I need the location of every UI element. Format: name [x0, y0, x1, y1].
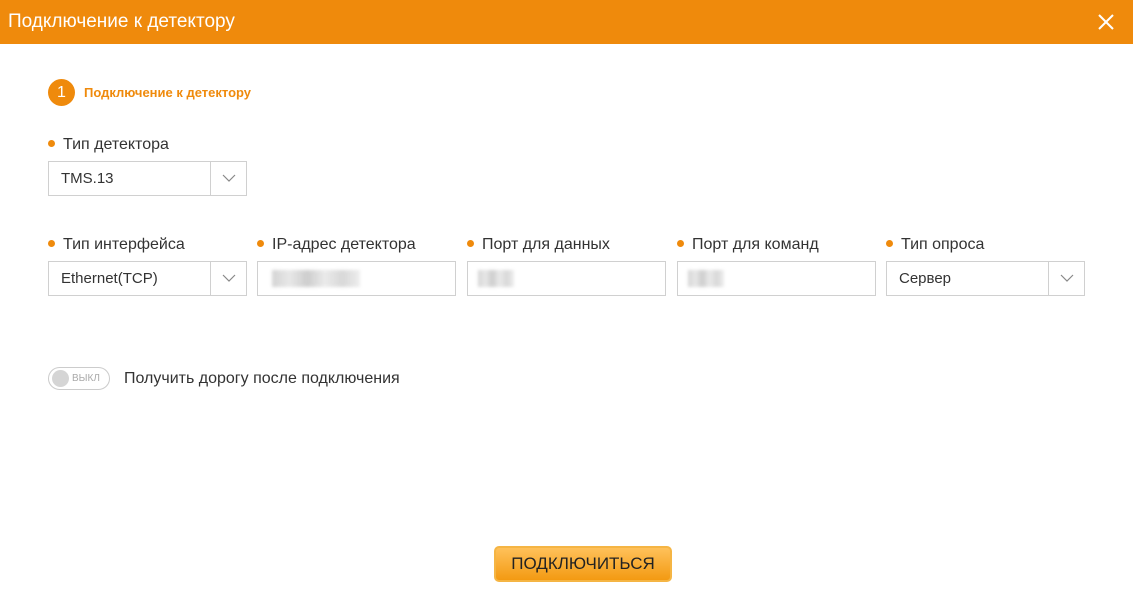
interface-type-field: Тип интерфейса Ethernet(TCP) — [48, 235, 247, 296]
step-indicator: 1 Подключение к детектору — [48, 78, 251, 106]
redacted-value — [478, 270, 514, 287]
poll-type-select[interactable]: Сервер — [886, 261, 1085, 296]
chevron-down-icon[interactable] — [210, 162, 246, 195]
required-dot-icon — [677, 240, 684, 248]
detector-type-field: Тип детектора TMS.13 — [48, 135, 247, 196]
connect-button[interactable]: ПОДКЛЮЧИТЬСЯ — [494, 546, 672, 582]
ip-address-input[interactable] — [257, 261, 456, 296]
interface-type-value: Ethernet(TCP) — [61, 270, 158, 287]
poll-type-label: Тип опроса — [901, 236, 985, 253]
required-dot-icon — [48, 240, 55, 248]
required-dot-icon — [886, 240, 893, 248]
ip-address-field: IP-адрес детектора — [257, 235, 456, 296]
required-dot-icon — [257, 240, 264, 248]
data-port-label: Порт для данных — [482, 236, 610, 253]
redacted-value — [688, 270, 724, 287]
get-road-toggle[interactable]: ВЫКЛ — [48, 367, 110, 390]
redacted-value — [272, 270, 360, 287]
step-label: Подключение к детектору — [84, 84, 252, 100]
detector-type-value: TMS.13 — [61, 170, 114, 187]
required-dot-icon — [48, 140, 55, 148]
toggle-state-label: ВЫКЛ — [72, 373, 100, 384]
get-road-label: Получить дорогу после подключения — [124, 369, 400, 387]
title-bar: Подключение к детектору — [0, 0, 1133, 44]
poll-type-value: Сервер — [899, 270, 952, 287]
data-port-input[interactable] — [467, 261, 666, 296]
command-port-label: Порт для команд — [692, 236, 819, 253]
chevron-down-icon[interactable] — [1048, 262, 1084, 295]
command-port-field: Порт для команд — [677, 235, 876, 296]
window-title: Подключение к детектору — [8, 11, 235, 32]
step-number: 1 — [48, 78, 75, 106]
data-port-field: Порт для данных — [467, 235, 666, 296]
interface-type-select[interactable]: Ethernet(TCP) — [48, 261, 247, 296]
toggle-knob — [52, 370, 69, 387]
required-dot-icon — [467, 240, 474, 248]
get-road-toggle-row: ВЫКЛ Получить дорогу после подключения — [48, 366, 400, 391]
chevron-down-icon[interactable] — [210, 262, 246, 295]
interface-type-label: Тип интерфейса — [63, 236, 185, 253]
poll-type-field: Тип опроса Сервер — [886, 235, 1085, 296]
close-icon[interactable] — [1095, 11, 1117, 33]
detector-type-select[interactable]: TMS.13 — [48, 161, 247, 196]
command-port-input[interactable] — [677, 261, 876, 296]
ip-address-label: IP-адрес детектора — [272, 236, 416, 253]
detector-type-label: Тип детектора — [63, 136, 169, 153]
